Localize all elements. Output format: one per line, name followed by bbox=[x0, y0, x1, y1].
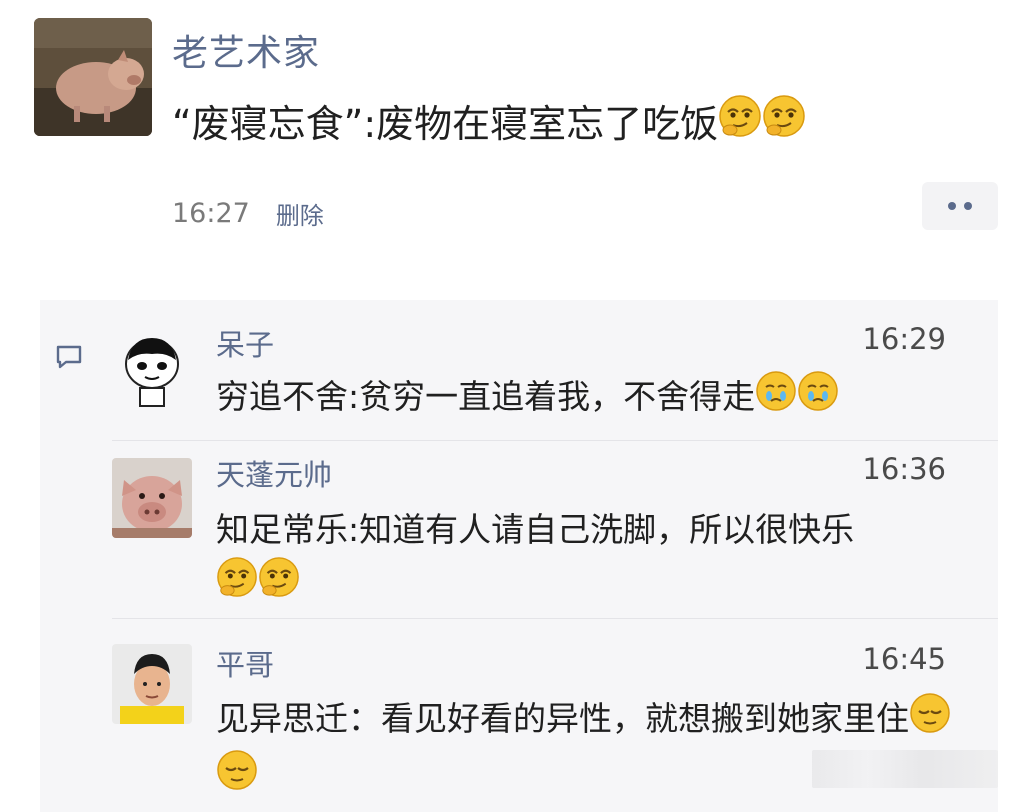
more-actions-button[interactable] bbox=[922, 182, 998, 230]
commenter-name[interactable]: 呆子 bbox=[216, 322, 274, 364]
post-timestamp: 16:27 bbox=[172, 198, 250, 229]
comment-text-content: 知足常乐:知道有人请自己洗脚，所以很快乐 bbox=[216, 510, 855, 549]
dot-icon bbox=[948, 202, 956, 210]
comment-text-content: 穷追不舍:贫穷一直追着我，不舍得走 bbox=[216, 377, 756, 416]
commenter-avatar[interactable] bbox=[112, 458, 192, 538]
comment-timestamp: 16:45 bbox=[862, 642, 946, 676]
post-meta: 16:27 删除 bbox=[172, 196, 324, 231]
smirk-emoji-icon bbox=[762, 94, 806, 147]
sleepy-emoji-icon bbox=[216, 749, 258, 806]
post-author-name[interactable]: 老艺术家 bbox=[172, 24, 320, 76]
moments-post: 老艺术家 “废寝忘食”:废物在寝室忘了吃饭 16:27 删除 bbox=[0, 0, 1024, 300]
comment-divider bbox=[112, 440, 998, 441]
comments-section: 呆子 16:29 穷追不舍:贫穷一直追着我，不舍得走 天蓬元帅 16:36 知足… bbox=[40, 300, 998, 812]
comment-timestamp: 16:29 bbox=[862, 322, 946, 356]
comment-bubble-icon bbox=[55, 344, 83, 370]
comment-text: 见异思迁：看见好看的异性，就想搬到她家里住 bbox=[216, 692, 966, 806]
smirk-emoji-icon bbox=[258, 556, 300, 613]
cry-emoji-icon bbox=[797, 370, 839, 427]
comment-divider bbox=[112, 618, 998, 619]
commenter-name[interactable]: 天蓬元帅 bbox=[216, 452, 332, 494]
dot-icon bbox=[964, 202, 972, 210]
smirk-emoji-icon bbox=[216, 556, 258, 613]
comment-text: 知足常乐:知道有人请自己洗脚，所以很快乐 bbox=[216, 504, 976, 613]
commenter-name[interactable]: 平哥 bbox=[216, 642, 274, 684]
sleepy-emoji-icon bbox=[909, 692, 951, 749]
comment-timestamp: 16:36 bbox=[862, 452, 946, 486]
commenter-avatar[interactable] bbox=[112, 330, 192, 410]
comment-text: 穷追不舍:贫穷一直追着我，不舍得走 bbox=[216, 370, 976, 427]
comment-text-content: 见异思迁：看见好看的异性，就想搬到她家里住 bbox=[216, 699, 909, 738]
author-avatar[interactable] bbox=[34, 18, 152, 136]
smirk-emoji-icon bbox=[718, 94, 762, 147]
delete-link[interactable]: 删除 bbox=[276, 196, 324, 231]
post-text-content: “废寝忘食”:废物在寝室忘了吃饭 bbox=[172, 102, 719, 146]
blurred-watermark bbox=[812, 750, 998, 788]
cry-emoji-icon bbox=[755, 370, 797, 427]
commenter-avatar[interactable] bbox=[112, 644, 192, 724]
post-text: “废寝忘食”:废物在寝室忘了吃饭 bbox=[172, 93, 806, 148]
